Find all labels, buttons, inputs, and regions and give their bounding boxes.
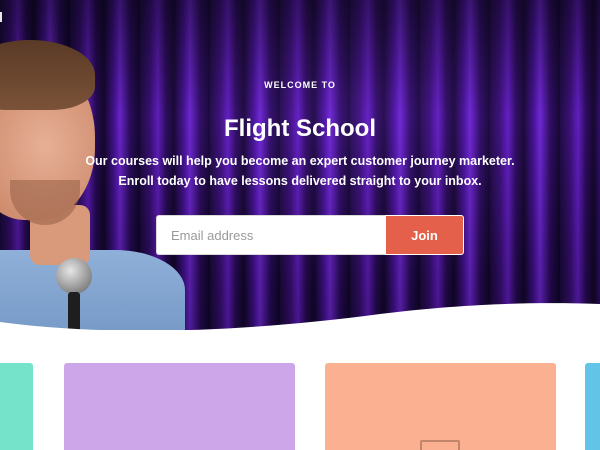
course-card-teal[interactable] <box>0 363 33 450</box>
speaker-hair <box>0 40 95 110</box>
welcome-eyebrow: WELCOME TO <box>264 80 336 90</box>
hero-subtitle: Our courses will help you become an expe… <box>0 151 600 191</box>
course-card-peach[interactable] <box>325 363 556 450</box>
hero-banner: WELCOME TO Flight School Our courses wil… <box>0 0 600 330</box>
signup-form: Join <box>156 215 464 255</box>
join-button[interactable]: Join <box>385 215 464 255</box>
microphone-icon <box>56 258 92 294</box>
course-card-blue[interactable] <box>585 363 600 450</box>
course-card-icon <box>420 440 460 450</box>
subtitle-line-2: Enroll today to have lessons delivered s… <box>118 174 482 188</box>
corner-mark <box>0 12 2 22</box>
course-card-lavender[interactable] <box>64 363 295 450</box>
subtitle-line-1: Our courses will help you become an expe… <box>85 154 515 168</box>
page-title: Flight School <box>224 115 376 142</box>
hero-wave-divider <box>0 303 600 340</box>
course-cards <box>0 363 600 450</box>
email-field[interactable] <box>156 215 385 255</box>
